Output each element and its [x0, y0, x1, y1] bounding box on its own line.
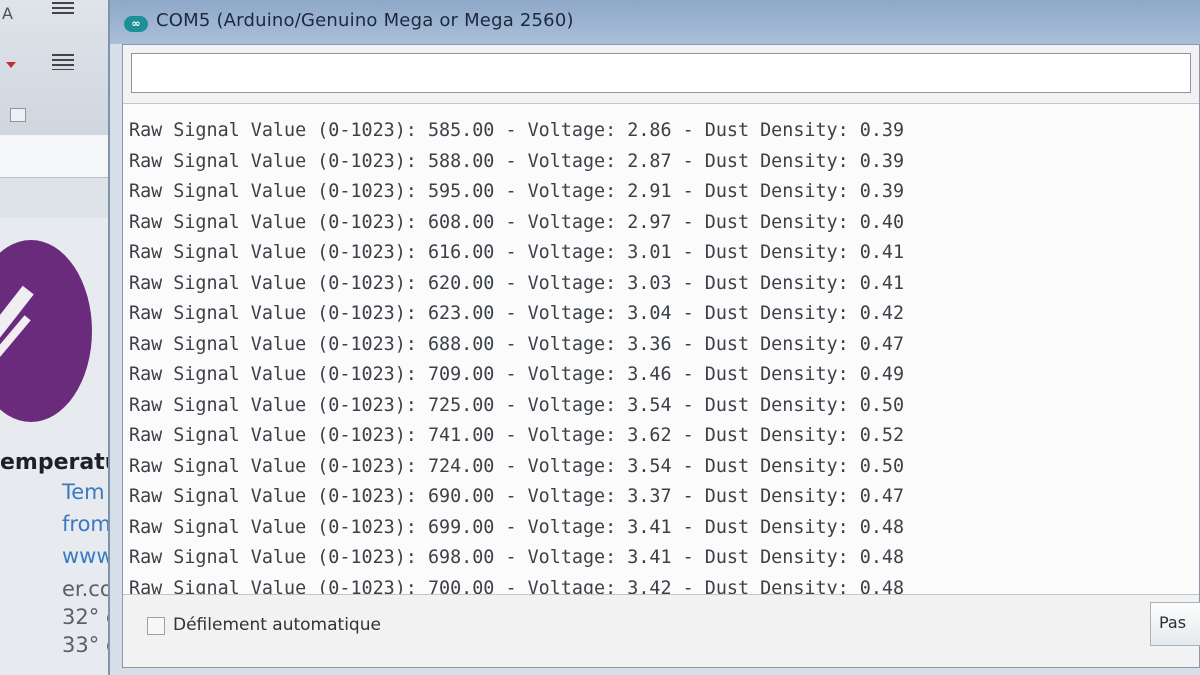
serial-output-line: Raw Signal Value (0-1023): 690.00 - Volt…	[129, 486, 905, 507]
dropdown-arrow-icon[interactable]	[6, 62, 16, 68]
serial-output-line: Raw Signal Value (0-1023): 699.00 - Volt…	[129, 516, 905, 538]
autoscroll-checkbox[interactable]	[147, 617, 165, 635]
serial-output-line: Raw Signal Value (0-1023): 616.00 - Volt…	[129, 242, 905, 263]
serial-output-line: Raw Signal Value (0-1023): 585.00 - Volt…	[129, 120, 905, 141]
arduino-icon: ∞	[124, 16, 148, 32]
serial-options-bar: Défilement automatique	[123, 597, 1199, 667]
serial-output-line: Raw Signal Value (0-1023): 623.00 - Volt…	[129, 303, 905, 324]
serial-output-area[interactable]: Raw Signal Value (0-1023): 585.00 - Volt…	[123, 103, 1199, 595]
font-color-icon[interactable]: A	[2, 4, 13, 23]
align-icon[interactable]	[52, 2, 74, 16]
serial-output-lines: Raw Signal Value (0-1023): 585.00 - Volt…	[129, 116, 905, 595]
serial-output-line: Raw Signal Value (0-1023): 724.00 - Volt…	[129, 455, 905, 477]
app-logo-icon	[0, 240, 92, 422]
serial-output-line: Raw Signal Value (0-1023): 741.00 - Volt…	[129, 425, 905, 446]
title-bar[interactable]: ∞ COM5 (Arduino/Genuino Mega or Mega 256…	[110, 0, 1200, 44]
serial-monitor-body: Raw Signal Value (0-1023): 585.00 - Volt…	[122, 44, 1200, 668]
dialog-launcher-icon[interactable]	[10, 108, 26, 122]
serial-monitor-window: ∞ COM5 (Arduino/Genuino Mega or Mega 256…	[108, 0, 1200, 675]
serial-output-line: Raw Signal Value (0-1023): 588.00 - Volt…	[129, 150, 905, 172]
serial-output-line: Raw Signal Value (0-1023): 709.00 - Volt…	[129, 364, 905, 385]
serial-output-line: Raw Signal Value (0-1023): 698.00 - Volt…	[129, 547, 905, 568]
serial-output-line: Raw Signal Value (0-1023): 595.00 - Volt…	[129, 181, 905, 202]
serial-send-input[interactable]	[131, 53, 1191, 93]
align-left-icon[interactable]	[52, 54, 74, 70]
serial-output-line: Raw Signal Value (0-1023): 620.00 - Volt…	[129, 272, 905, 294]
send-button[interactable]: Pas	[1150, 602, 1200, 646]
serial-output-line: Raw Signal Value (0-1023): 700.00 - Volt…	[129, 577, 905, 595]
serial-output-line: Raw Signal Value (0-1023): 608.00 - Volt…	[129, 211, 905, 233]
serial-output-line: Raw Signal Value (0-1023): 725.00 - Volt…	[129, 394, 905, 416]
autoscroll-label[interactable]: Défilement automatique	[173, 615, 381, 635]
window-title: COM5 (Arduino/Genuino Mega or Mega 2560)	[156, 10, 574, 31]
serial-output-line: Raw Signal Value (0-1023): 688.00 - Volt…	[129, 333, 905, 355]
